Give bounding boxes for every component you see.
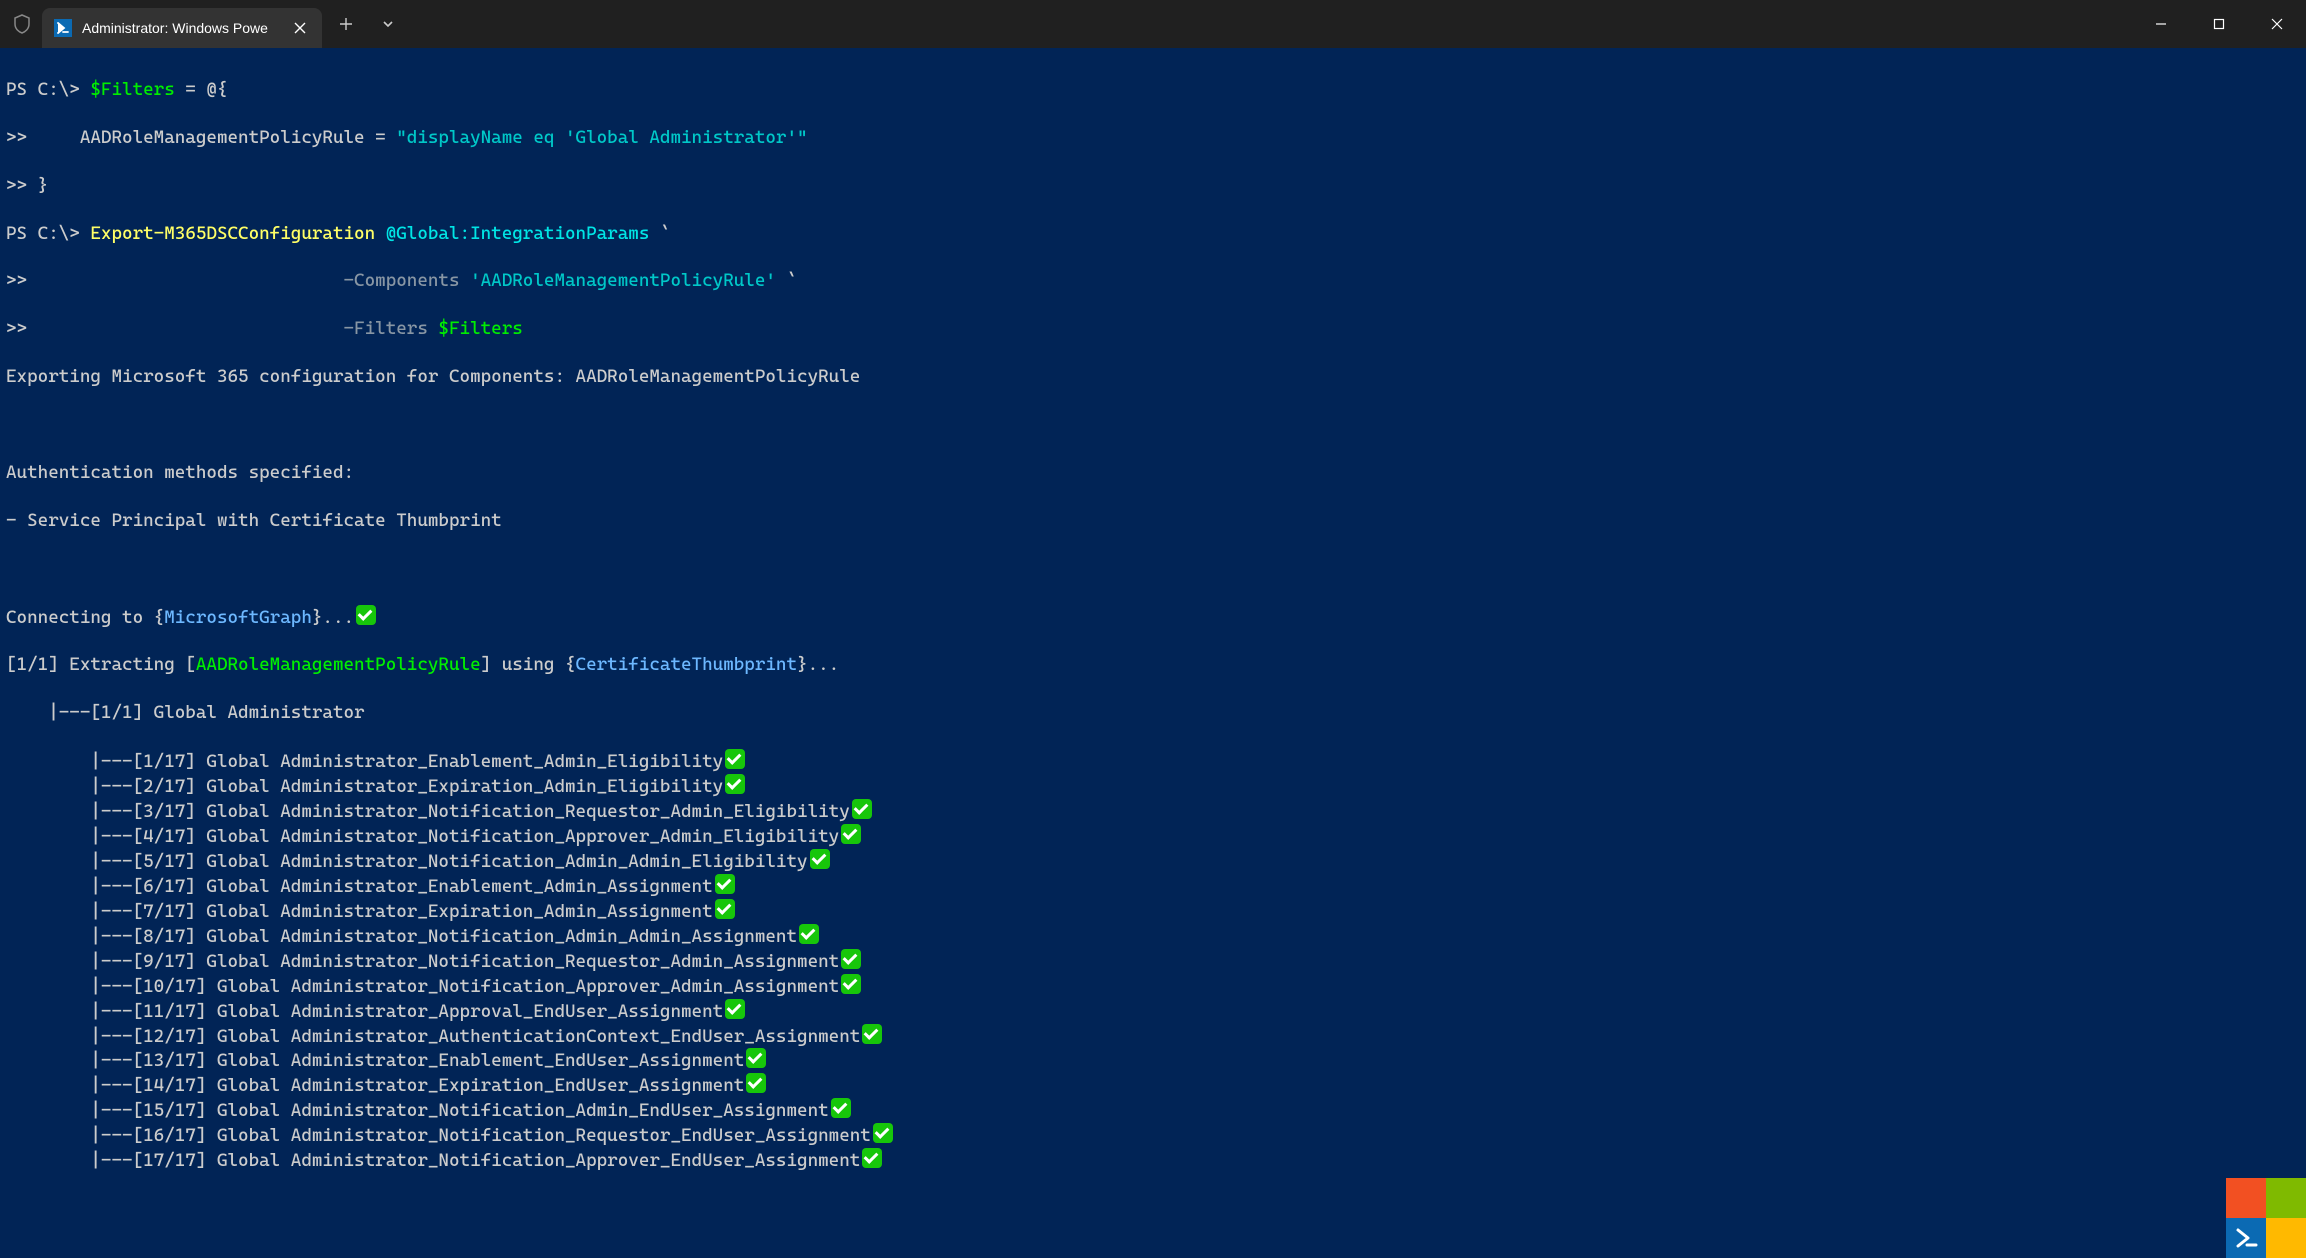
output-line: - Service Principal with Certificate Thu…	[6, 509, 2300, 533]
titlebar: Administrator: Windows Powe	[0, 0, 2306, 48]
output-rule-line: |---[5/17] Global Administrator_Notifica…	[6, 849, 2300, 874]
output-line: Connecting to {MicrosoftGraph}...	[6, 605, 2300, 630]
check-icon	[356, 605, 376, 625]
output-rule-line: |---[4/17] Global Administrator_Notifica…	[6, 824, 2300, 849]
tab-close-button[interactable]	[290, 18, 310, 38]
check-icon	[862, 1024, 882, 1044]
cmd-line: PS C:\> Export-M365DSCConfiguration @Glo…	[6, 222, 2300, 246]
new-tab-button[interactable]	[328, 6, 364, 42]
output-rule-line: |---[13/17] Global Administrator_Enablem…	[6, 1048, 2300, 1073]
output-rule-line: |---[7/17] Global Administrator_Expirati…	[6, 899, 2300, 924]
minimize-button[interactable]	[2132, 0, 2190, 48]
check-icon	[746, 1048, 766, 1068]
output-rule-line: |---[16/17] Global Administrator_Notific…	[6, 1123, 2300, 1148]
check-icon	[746, 1073, 766, 1093]
output-rule-line: |---[9/17] Global Administrator_Notifica…	[6, 949, 2300, 974]
output-rule-line: |---[10/17] Global Administrator_Notific…	[6, 974, 2300, 999]
maximize-button[interactable]	[2190, 0, 2248, 48]
output-rule-line: |---[1/17] Global Administrator_Enableme…	[6, 749, 2300, 774]
close-button[interactable]	[2248, 0, 2306, 48]
check-icon	[715, 874, 735, 894]
check-icon	[831, 1098, 851, 1118]
output-blank	[6, 557, 2300, 581]
check-icon	[715, 899, 735, 919]
check-icon	[841, 824, 861, 844]
check-icon	[852, 799, 872, 819]
check-icon	[841, 974, 861, 994]
check-icon	[725, 749, 745, 769]
output-rule-line: |---[3/17] Global Administrator_Notifica…	[6, 799, 2300, 824]
output-line: [1/1] Extracting [AADRoleManagementPolic…	[6, 653, 2300, 677]
cmd-line: >> -Filters $Filters	[6, 317, 2300, 341]
output-blank	[6, 413, 2300, 437]
output-line: Exporting Microsoft 365 configuration fo…	[6, 365, 2300, 389]
output-rule-line: |---[14/17] Global Administrator_Expirat…	[6, 1073, 2300, 1098]
bottom-logos	[2226, 1178, 2306, 1258]
output-rule-line: |---[8/17] Global Administrator_Notifica…	[6, 924, 2300, 949]
output-line: |---[1/1] Global Administrator	[6, 701, 2300, 725]
terminal-output[interactable]: PS C:\> $Filters = @{ >> AADRoleManageme…	[0, 48, 2306, 1203]
check-icon	[873, 1123, 893, 1143]
output-rule-line: |---[6/17] Global Administrator_Enableme…	[6, 874, 2300, 899]
window-controls	[2132, 0, 2306, 48]
shield-icon	[12, 13, 32, 35]
check-icon	[799, 924, 819, 944]
cmd-line: >> AADRoleManagementPolicyRule = "displa…	[6, 126, 2300, 150]
tab-title: Administrator: Windows Powe	[82, 19, 280, 38]
powershell-logo-icon	[2226, 1218, 2266, 1258]
tab-active[interactable]: Administrator: Windows Powe	[42, 8, 322, 48]
check-icon	[725, 774, 745, 794]
check-icon	[810, 849, 830, 869]
powershell-icon	[54, 19, 72, 37]
check-icon	[862, 1148, 882, 1168]
cmd-line: PS C:\> $Filters = @{	[6, 78, 2300, 102]
output-rule-line: |---[12/17] Global Administrator_Authent…	[6, 1024, 2300, 1049]
check-icon	[841, 949, 861, 969]
cmd-line: >> }	[6, 174, 2300, 198]
output-rule-line: |---[2/17] Global Administrator_Expirati…	[6, 774, 2300, 799]
output-rule-line: |---[15/17] Global Administrator_Notific…	[6, 1098, 2300, 1123]
output-rule-line: |---[17/17] Global Administrator_Notific…	[6, 1148, 2300, 1173]
tab-dropdown-button[interactable]	[370, 6, 406, 42]
cmd-line: >> -Components 'AADRoleManagementPolicyR…	[6, 269, 2300, 293]
output-line: Authentication methods specified:	[6, 461, 2300, 485]
output-rule-line: |---[11/17] Global Administrator_Approva…	[6, 999, 2300, 1024]
check-icon	[725, 999, 745, 1019]
